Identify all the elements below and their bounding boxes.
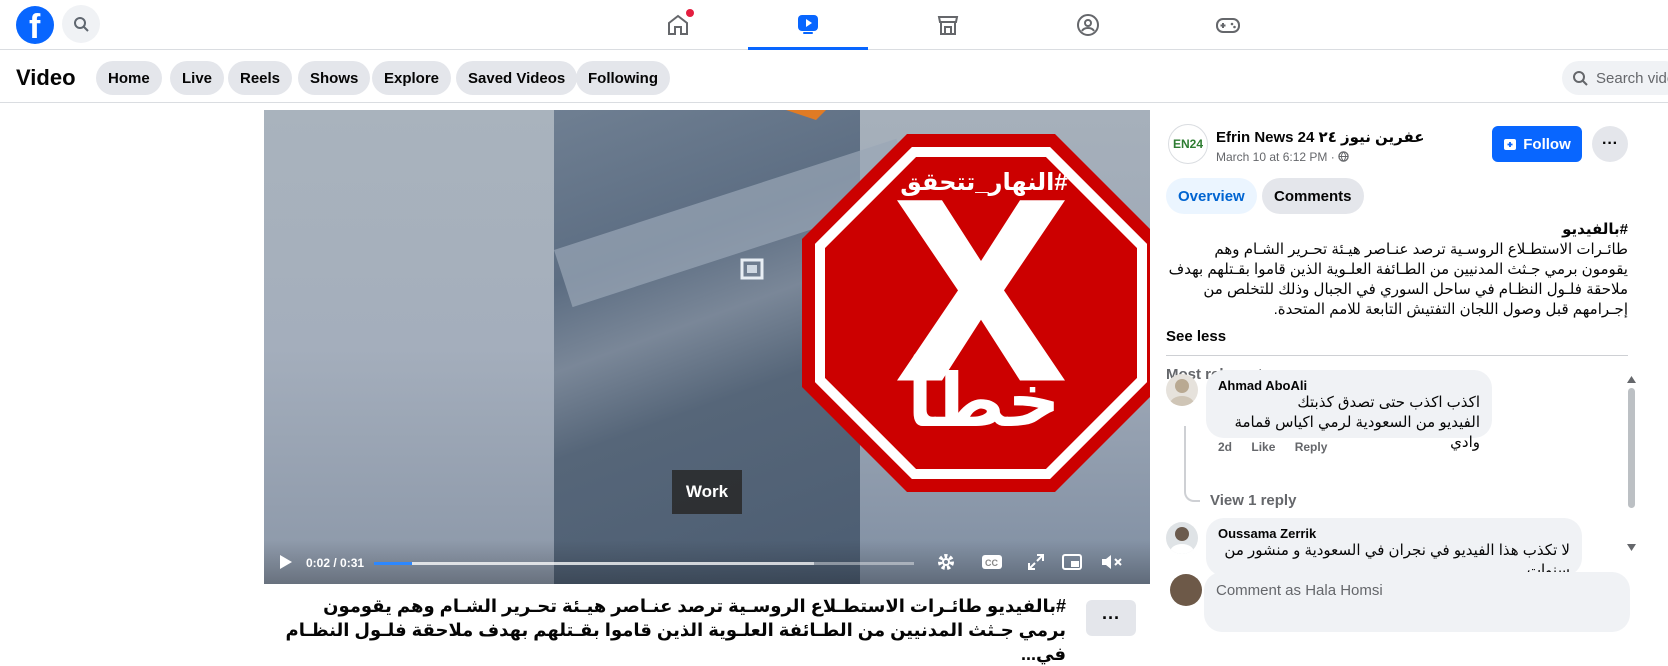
comment-actions: 2d Like Reply xyxy=(1218,440,1343,454)
comment-text: اكذب اكذب حتى تصدق كذبتك xyxy=(1297,394,1480,411)
svg-text:CC: CC xyxy=(985,558,998,568)
search-videos-input[interactable]: Search vide xyxy=(1562,61,1668,95)
settings-button[interactable] xyxy=(934,550,958,574)
search-icon xyxy=(74,17,89,32)
user-avatar[interactable] xyxy=(1170,574,1202,606)
comment-text: لا تكذب هذا الفيديو في نجران في السعودية… xyxy=(1224,542,1570,559)
scroll-down-icon xyxy=(1627,544,1636,551)
time-display: 0:02 / 0:31 xyxy=(306,556,365,570)
post-options-button[interactable]: ··· xyxy=(1592,126,1628,162)
tab-overview[interactable]: Overview xyxy=(1166,178,1257,214)
expand-icon xyxy=(1028,554,1044,570)
avatar-image xyxy=(1170,527,1194,554)
comment-bubble: Ahmad AboAli اكذب اكذب حتى تصدق كذبتك ال… xyxy=(1206,370,1492,451)
miniplayer-button[interactable] xyxy=(1060,550,1084,574)
tab-shows[interactable]: Shows xyxy=(298,61,371,95)
comment-bubble: Oussama Zerrik لا تكذب هذا الفيديو في نج… xyxy=(1206,518,1582,576)
top-navigation-bar: f xyxy=(0,0,1668,50)
nav-marketplace[interactable] xyxy=(888,0,1008,50)
pip-icon xyxy=(1062,554,1082,570)
facebook-logo[interactable]: f xyxy=(16,6,54,46)
tab-home[interactable]: Home xyxy=(96,61,162,95)
post-body-text: طائـرات الاستطـلاع الروسـية ترصد عنـاصر … xyxy=(1168,241,1628,318)
post-body: #بالفيديو طائـرات الاستطـلاع الروسـية تر… xyxy=(1166,220,1628,320)
post-timestamp[interactable]: March 10 at 6:12 PM · xyxy=(1216,150,1338,164)
avatar[interactable] xyxy=(1166,522,1198,554)
comment-placeholder: Comment as Hala Homsi xyxy=(1216,582,1383,599)
follow-label: Follow xyxy=(1523,135,1571,153)
comment-author[interactable]: Oussama Zerrik xyxy=(1218,526,1570,541)
video-icon xyxy=(798,14,818,34)
video-caption: #بالفيديو طائـرات الاستطـلاع الروسـية تر… xyxy=(285,596,1067,664)
nav-home[interactable] xyxy=(618,0,738,50)
tab-saved-videos[interactable]: Saved Videos xyxy=(456,61,578,95)
play-button[interactable] xyxy=(274,550,298,574)
scroll-thumb[interactable] xyxy=(1628,388,1635,508)
divider xyxy=(1166,355,1628,356)
tooltip: Work xyxy=(672,470,742,514)
reply-link[interactable]: Reply xyxy=(1295,440,1328,454)
progress-fill xyxy=(374,562,412,565)
fact-check-verdict: خطأ xyxy=(907,359,1061,442)
avatar-image xyxy=(1170,379,1194,406)
globe-icon xyxy=(1338,151,1349,162)
post-details-pane: EN24 Efrin News 24 عفرين نيوز ٢٤ March 1… xyxy=(1160,104,1668,659)
nav-groups[interactable] xyxy=(1028,0,1148,50)
tab-comments[interactable]: Comments xyxy=(1262,178,1364,214)
post-date: March 10 at 6:12 PM · xyxy=(1216,150,1349,164)
captions-button[interactable]: CC xyxy=(980,550,1004,574)
gear-icon xyxy=(938,554,954,570)
comment-age[interactable]: 2d xyxy=(1218,440,1232,454)
search-icon xyxy=(1573,71,1588,86)
nav-gaming[interactable] xyxy=(1168,0,1288,50)
caption-more-button[interactable]: ··· xyxy=(1086,600,1136,636)
muted-speaker-icon xyxy=(1102,555,1122,569)
avatar[interactable] xyxy=(1166,374,1198,406)
nav-video[interactable] xyxy=(748,0,868,50)
search-placeholder: Search vide xyxy=(1596,69,1668,87)
captions-icon: CC xyxy=(982,555,1002,569)
notification-dot xyxy=(686,9,694,17)
gaming-icon xyxy=(1216,18,1240,33)
follow-button[interactable]: Follow xyxy=(1492,126,1582,162)
marketplace-icon xyxy=(937,16,959,35)
player-controls: 0:02 / 0:31 CC xyxy=(264,540,1150,584)
comment-input[interactable]: Comment as Hala Homsi xyxy=(1204,572,1630,632)
search-button[interactable] xyxy=(62,5,100,43)
scroll-up-icon xyxy=(1627,376,1636,383)
post-hashtag[interactable]: #بالفيديو xyxy=(1166,220,1628,240)
video-subnav: Video Home Live Reels Shows Explore Save… xyxy=(0,51,1668,103)
groups-icon xyxy=(1077,14,1099,36)
page-avatar[interactable]: EN24 xyxy=(1168,124,1208,164)
fact-check-hashtag: #النهار_تتحقق xyxy=(900,169,1068,196)
tab-reels[interactable]: Reels xyxy=(228,61,293,95)
footage-vehicle xyxy=(740,258,764,280)
fullscreen-button[interactable] xyxy=(1024,550,1048,574)
like-link[interactable]: Like xyxy=(1251,440,1275,454)
home-icon xyxy=(668,14,688,35)
video-player[interactable]: #النهار_تتحقق خطأ Work 0:02 / 0:31 CC xyxy=(264,110,1150,584)
play-icon xyxy=(280,555,292,569)
tab-explore[interactable]: Explore xyxy=(372,61,452,95)
page-name[interactable]: Efrin News 24 عفرين نيوز ٢٤ xyxy=(1216,128,1425,146)
comment-author[interactable]: Ahmad AboAli xyxy=(1218,378,1480,393)
page-title: Video xyxy=(16,65,76,90)
see-less-link[interactable]: See less xyxy=(1166,328,1226,345)
footage-flag xyxy=(786,110,826,120)
progress-bar[interactable] xyxy=(374,562,914,565)
reply-thread-line xyxy=(1184,426,1200,502)
mute-button[interactable] xyxy=(1100,550,1124,574)
tab-live[interactable]: Live xyxy=(170,61,225,95)
comments-scrollbar[interactable] xyxy=(1626,372,1636,554)
buffer-bar xyxy=(374,562,814,565)
tab-following[interactable]: Following xyxy=(576,61,670,95)
follow-page-icon xyxy=(1504,139,1517,150)
view-replies-link[interactable]: View 1 reply xyxy=(1210,492,1296,509)
video-blur-left xyxy=(264,110,554,584)
